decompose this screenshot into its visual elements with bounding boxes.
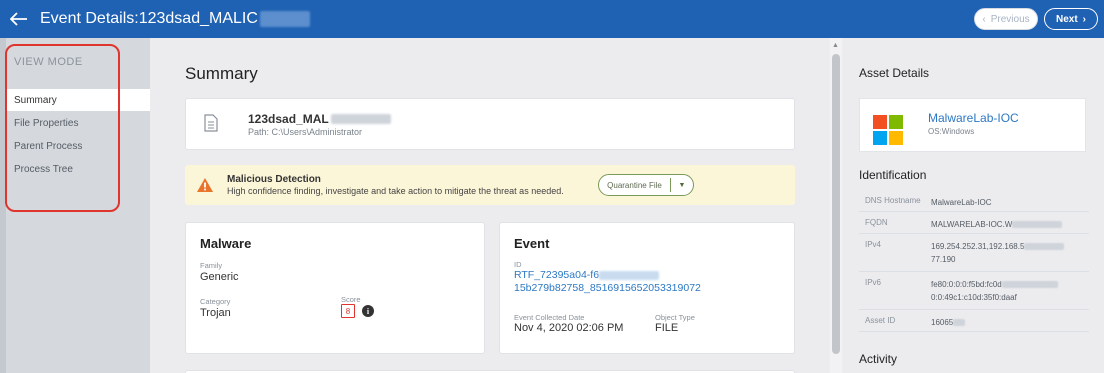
malware-card: Malware Family Generic Category Trojan S… xyxy=(185,222,485,354)
section-title-summary: Summary xyxy=(185,64,258,83)
asset-card: MalwareLab-IOC OS:Windows xyxy=(859,98,1086,152)
chevron-right-icon: › xyxy=(1082,13,1087,25)
family-label: Family xyxy=(200,261,223,270)
category-label: Category xyxy=(200,297,231,306)
sidebar-item-file-properties[interactable]: File Properties xyxy=(6,112,150,134)
identification-table: DNS Hostname MalwareLab-IOC FQDN MALWARE… xyxy=(859,190,1089,332)
table-row: DNS Hostname MalwareLab-IOC xyxy=(859,190,1089,212)
row-key: Asset ID xyxy=(865,316,896,325)
table-row: IPv6 fe80:0:0:0:f5bd:fc0d 0:0:49c1:c10d:… xyxy=(859,272,1089,310)
malware-title: Malware xyxy=(200,236,252,251)
row-value: 169.254.252.31,192.168.5 77.190 xyxy=(931,234,1089,271)
scroll-up-arrow-icon[interactable]: ▲ xyxy=(832,42,839,49)
next-label: Next xyxy=(1055,13,1078,25)
event-id-line2: 15b279b82758_8516915652053319072 xyxy=(514,282,701,294)
asset-os: OS:Windows xyxy=(928,127,975,136)
event-card: Event ID RTF_72395a04-f6 15b279b82758_85… xyxy=(499,222,795,354)
sidebar-item-summary[interactable]: Summary xyxy=(6,89,150,111)
event-navigation: ‹ Previous Next › xyxy=(974,8,1098,30)
redacted-region xyxy=(599,270,660,280)
page-title: Event Details:123dsad_MALIC xyxy=(40,10,310,28)
row-value-text: fe80:0:0:0:f5bd:fc0d xyxy=(931,280,1002,289)
file-name-text: 123dsad_MAL xyxy=(248,112,329,126)
chevron-down-icon[interactable]: ▼ xyxy=(671,182,693,189)
row-value: MalwareLab-IOC xyxy=(931,198,992,207)
event-id-line1: RTF_72395a04-f6 xyxy=(514,269,600,281)
logo-quad xyxy=(889,131,903,145)
warning-icon xyxy=(197,178,213,192)
activity-title: Activity xyxy=(859,352,898,366)
view-mode-sidebar: VIEW MODE Summary File Properties Parent… xyxy=(0,38,150,373)
event-id-label: ID xyxy=(514,260,522,269)
asset-name-link[interactable]: MalwareLab-IOC xyxy=(928,111,1019,125)
score-label: Score xyxy=(341,295,361,304)
collected-date-value: Nov 4, 2020 02:06 PM xyxy=(514,322,624,334)
file-name: 123dsad_MAL xyxy=(248,112,391,126)
alert-description: High confidence finding, investigate and… xyxy=(227,186,564,196)
previous-button[interactable]: ‹ Previous xyxy=(974,8,1038,30)
table-row: IPv4 169.254.252.31,192.168.5 77.190 xyxy=(859,234,1089,272)
row-value-text: 169.254.252.31,192.168.5 xyxy=(931,242,1025,251)
category-value: Trojan xyxy=(200,307,231,319)
logo-quad xyxy=(873,115,887,129)
info-icon[interactable]: i xyxy=(362,305,374,317)
row-value-text: MALWARELAB-IOC.W xyxy=(931,220,1013,229)
quarantine-file-button[interactable]: Quarantine File xyxy=(599,181,670,190)
object-type-value: FILE xyxy=(655,322,679,334)
row-key: IPv4 xyxy=(865,240,882,249)
malicious-detection-alert: Malicious Detection High confidence find… xyxy=(185,165,795,205)
row-value: 16065 xyxy=(931,310,1089,331)
event-title: Event xyxy=(514,236,550,251)
file-path: Path: C:\Users\Administrator xyxy=(248,127,363,137)
identification-title: Identification xyxy=(859,168,927,182)
table-row: FQDN MALWARELAB-IOC.W xyxy=(859,212,1089,234)
redacted-region xyxy=(1024,243,1065,251)
score-badge: 8 xyxy=(341,304,355,318)
sidebar-item-label: Process Tree xyxy=(14,163,73,175)
redacted-region xyxy=(259,11,310,27)
asset-details-title: Asset Details xyxy=(859,66,930,80)
row-key: FQDN xyxy=(865,218,888,227)
row-value-text: 0:0:49c1:c10d:35f0:daaf xyxy=(931,293,1017,302)
view-mode-heading: VIEW MODE xyxy=(14,56,83,68)
redacted-region xyxy=(1012,221,1063,229)
windows-logo-icon xyxy=(873,115,903,145)
main-scrollbar[interactable]: ▲ xyxy=(830,38,842,373)
sidebar-item-label: Summary xyxy=(14,94,57,106)
table-row: Asset ID 16065 xyxy=(859,310,1089,332)
event-id-link[interactable]: RTF_72395a04-f6 15b279b82758_85169156520… xyxy=(514,269,701,295)
alert-title: Malicious Detection xyxy=(227,174,321,185)
redacted-region xyxy=(953,319,966,327)
logo-quad xyxy=(873,131,887,145)
scrollbar-thumb[interactable] xyxy=(832,54,840,354)
row-value-text: 77.190 xyxy=(931,255,956,264)
previous-label: Previous xyxy=(990,13,1030,25)
sidebar-item-process-tree[interactable]: Process Tree xyxy=(6,158,150,180)
row-value: MALWARELAB-IOC.W xyxy=(931,212,1089,233)
quarantine-file-split-button: Quarantine File ▼ xyxy=(598,174,694,196)
summary-panel: Summary 123dsad_MAL Path: C:\Users\Admin… xyxy=(150,38,830,373)
asset-panel: Asset Details MalwareLab-IOC OS:Windows … xyxy=(842,38,1104,373)
row-key: DNS Hostname xyxy=(865,196,921,205)
chevron-left-icon: ‹ xyxy=(982,13,986,25)
object-type-label: Object Type xyxy=(655,313,695,322)
row-value-text: 16065 xyxy=(931,318,954,327)
sidebar-item-parent-process[interactable]: Parent Process xyxy=(6,135,150,157)
row-value: fe80:0:0:0:f5bd:fc0d 0:0:49c1:c10d:35f0:… xyxy=(931,272,1089,309)
sidebar-item-label: File Properties xyxy=(14,117,79,129)
page-title-text: Event Details:123dsad_MALIC xyxy=(40,10,258,27)
collected-date-label: Event Collected Date xyxy=(514,313,585,322)
back-arrow-icon[interactable] xyxy=(0,0,38,38)
row-key: IPv6 xyxy=(865,278,882,287)
redacted-region xyxy=(1001,281,1058,289)
next-button[interactable]: Next › xyxy=(1044,8,1098,30)
header-bar: Event Details:123dsad_MALIC ‹ Previous N… xyxy=(0,0,1104,38)
file-card: 123dsad_MAL Path: C:\Users\Administrator xyxy=(185,98,795,150)
logo-quad xyxy=(889,115,903,129)
redacted-region xyxy=(330,114,391,124)
family-value: Generic xyxy=(200,271,239,283)
sidebar-item-label: Parent Process xyxy=(14,140,83,152)
file-icon xyxy=(204,114,218,132)
